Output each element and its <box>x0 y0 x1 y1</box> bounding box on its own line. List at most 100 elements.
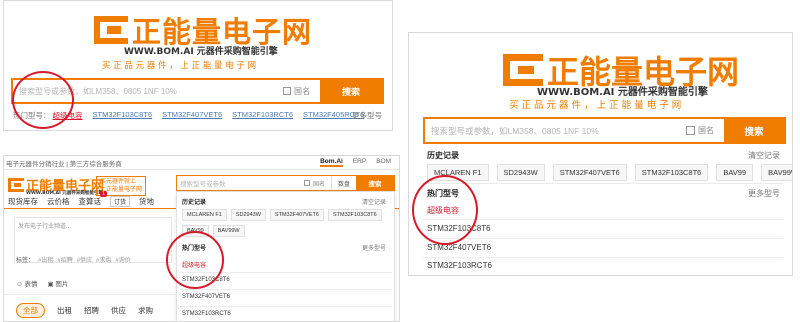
hot-model-item[interactable]: STM32F407VET6 <box>427 243 491 252</box>
history-tag[interactable]: STM32F407VET6 <box>552 164 627 181</box>
stock-checkbox[interactable] <box>303 180 310 186</box>
tag-row: 标签： #出租 #招聘 #供应 #求购 #询价 <box>16 255 131 264</box>
history-tag[interactable]: STM32F407VET6 <box>269 209 324 221</box>
stock-label: 国名 <box>312 181 325 188</box>
search-dropdown-panel: 正能量电子网 WWW.BOM.AI 元器件采购智能引擎 买 正 品 元 器 件 … <box>408 32 793 276</box>
divider <box>180 306 392 307</box>
history-tags: MCLAREN F1 SD2943W STM32F407VET6 STM32F1… <box>427 164 792 181</box>
history-title: 历史记录 <box>427 151 459 160</box>
logo-mark-icon <box>503 54 543 86</box>
top-link-bom[interactable]: BOM <box>376 158 391 167</box>
history-tag[interactable]: SD2943W <box>496 164 545 181</box>
stock-filter[interactable]: 国名 <box>283 80 320 102</box>
stock-label: 国名 <box>294 86 310 96</box>
history-tag[interactable]: BAV99W <box>761 164 792 181</box>
top-link-erp[interactable]: ERP <box>353 158 366 167</box>
hot-item-supercap[interactable]: 超级电容 <box>182 260 206 269</box>
community-page-panel: 电子元器件分销行业 | 第三方综合服务商 Bom.Ai ERP BOM 正能量电… <box>3 155 400 322</box>
post-placeholder: 发布电子行业频道... <box>18 224 72 230</box>
filter-item[interactable]: 出租 <box>57 305 72 316</box>
hot-model-item[interactable]: STM32F103RCT6 <box>182 311 231 317</box>
search-input[interactable]: 搜索型号或参数 <box>177 176 304 190</box>
hot-models-row: 热门型号： 超级电容 STM32F103C8T6 STM32F407VET6 S… <box>13 110 374 121</box>
post-tag[interactable]: #询价 <box>115 255 130 264</box>
history-tag[interactable]: BAV99 <box>182 225 209 237</box>
nav-item-label: 查算话 <box>78 197 102 206</box>
emoji-label: 表情 <box>24 281 38 288</box>
hot-model-item[interactable]: STM32F103C8T6 <box>427 224 491 233</box>
divider <box>4 294 182 295</box>
post-tag[interactable]: #求购 <box>96 255 111 264</box>
hot-item-supercap[interactable]: 超级电容 <box>53 110 83 121</box>
hot-model-item[interactable]: STM32F103RCT6 <box>427 261 492 270</box>
search-bar: 搜索型号或参数 国名 数盘 搜索 <box>176 175 395 191</box>
history-tag[interactable]: MCLAREN F1 <box>427 164 489 181</box>
clear-history-link[interactable]: 清空记录 <box>362 197 386 206</box>
top-links: Bom.Ai ERP BOM <box>320 158 391 167</box>
nav-item[interactable]: 云价格 <box>47 196 70 207</box>
stock-filter[interactable]: 国名 <box>303 176 331 190</box>
nav-item[interactable]: 订货 <box>110 196 131 207</box>
history-tag[interactable]: STM32F103C8T6 <box>327 209 382 221</box>
hot-model-item[interactable]: STM32F407VET6 <box>182 294 230 300</box>
hot-item[interactable]: STM32F103C8T6 <box>93 110 153 121</box>
search-button[interactable]: 搜索 <box>320 80 382 102</box>
main-nav: 现货库存 云价格 查算话 1 订货 货地 <box>8 191 154 207</box>
nav-item[interactable]: 查算话 1 <box>78 191 107 207</box>
search-dropdown: 历史记录 清空记录 MCLAREN F1 SD2943W STM32F407VE… <box>176 191 395 321</box>
hot-model-item[interactable]: STM32F103C8T6 <box>182 277 230 283</box>
more-models-link[interactable]: 更多型号 <box>352 110 382 121</box>
logo-mark-icon <box>8 177 24 192</box>
image-button[interactable]: ▣ 图片 <box>47 278 68 288</box>
search-button[interactable]: 搜索 <box>724 119 784 142</box>
history-tag[interactable]: SD2943W <box>230 209 266 221</box>
stock-filter[interactable]: 国名 <box>686 119 724 142</box>
emoji-button[interactable]: ☺ 表情 <box>16 278 37 288</box>
search-input[interactable]: 搜索型号或参数，如LM358、0805 1NF 10% <box>13 80 283 102</box>
filter-all[interactable]: 全部 <box>16 303 45 318</box>
more-models-link[interactable]: 更多型号 <box>362 243 386 252</box>
brand-url: WWW.BOM.AI 元器件采购智能引擎 <box>537 87 708 98</box>
search-button[interactable]: 搜索 <box>356 176 394 190</box>
stock-checkbox[interactable] <box>283 87 291 95</box>
filter-item[interactable]: 招聘 <box>84 305 99 316</box>
tag-label: 标签： <box>16 258 35 264</box>
more-models-link[interactable]: 更多型号 <box>748 188 780 199</box>
post-tag[interactable]: #招聘 <box>57 255 72 264</box>
post-tag[interactable]: #供应 <box>77 255 92 264</box>
history-tag[interactable]: BAV99W <box>212 225 245 237</box>
brand-slogan: 买 正 品 元 器 件 ， 上 正 能 量 电 子 网 <box>509 100 682 111</box>
filter-item[interactable]: 求购 <box>138 305 153 316</box>
nav-item[interactable]: 现货库存 <box>8 196 38 207</box>
hot-label: 热门型号： <box>13 111 51 120</box>
post-tag[interactable]: #出租 <box>38 255 53 264</box>
extra-button[interactable]: 数盘 <box>330 176 356 190</box>
history-tag[interactable]: MCLAREN F1 <box>182 209 227 221</box>
hot-item[interactable]: STM32F407VET6 <box>162 110 222 121</box>
nav-item[interactable]: 货地 <box>139 196 154 207</box>
divider <box>180 289 392 290</box>
top-link-bomai[interactable]: Bom.Ai <box>320 158 343 167</box>
search-input[interactable]: 搜索型号或参数，如LM358、0805 1NF 10% <box>425 119 686 142</box>
hot-title: 热门型号 <box>427 189 459 198</box>
stock-label: 国名 <box>698 126 714 135</box>
history-tags: MCLAREN F1 SD2943W STM32F407VET6 STM32F1… <box>182 209 392 237</box>
hot-item[interactable]: STM32F103RCT6 <box>232 110 293 121</box>
brand-slogan: 买 正 品 元 器 件 ， 上 正 能 量 电 子 网 <box>102 61 257 71</box>
search-bar: 搜索型号或参数，如LM358、0805 1NF 10% 国名 搜索 <box>11 78 384 104</box>
stock-checkbox[interactable] <box>686 126 695 135</box>
history-tag[interactable]: BAV99 <box>716 164 754 181</box>
clear-history-link[interactable]: 清空记录 <box>748 150 780 161</box>
image-label: 图片 <box>55 281 69 288</box>
hot-item-supercap[interactable]: 超级电容 <box>427 205 459 216</box>
divider <box>423 183 783 184</box>
divider <box>423 238 783 239</box>
filter-item[interactable]: 供应 <box>111 305 126 316</box>
search-bar: 搜索型号或参数，如LM358、0805 1NF 10% 国名 搜索 <box>423 117 786 144</box>
history-tag[interactable]: STM32F103C8T6 <box>634 164 709 181</box>
history-title: 历史记录 <box>182 200 207 206</box>
brand-url: WWW.BOM.AI 元器件采购智能引擎 <box>124 47 278 57</box>
divider <box>4 169 399 170</box>
homepage-panel: 正能量电子网 WWW.BOM.AI 元器件采购智能引擎 买 正 品 元 器 件 … <box>3 0 393 131</box>
notification-badge: 1 <box>100 191 107 197</box>
